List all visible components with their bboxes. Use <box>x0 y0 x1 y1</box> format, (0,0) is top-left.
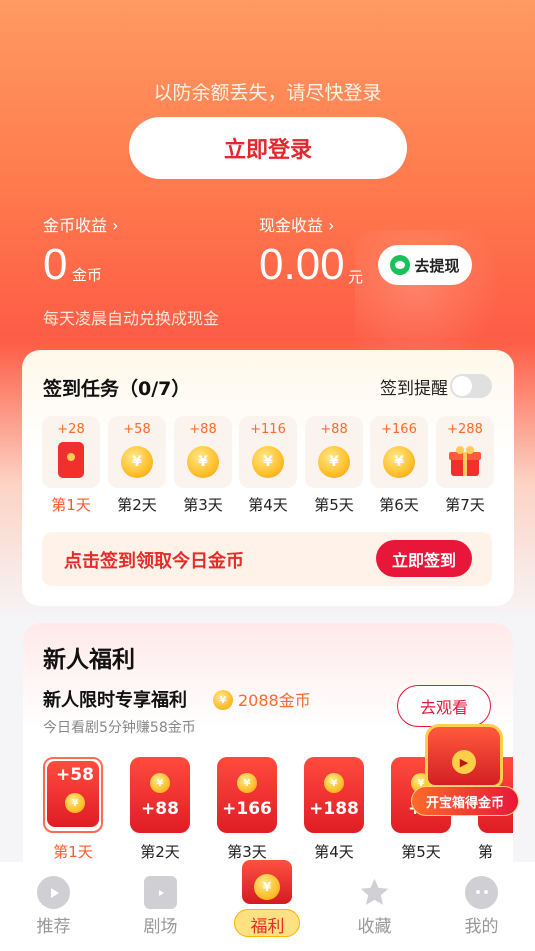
day-label: 第6天 <box>379 496 419 514</box>
coin-icon: ¥ <box>252 446 284 478</box>
cash-earnings-link[interactable]: 现金收益 › <box>259 212 335 236</box>
chest-label: 开宝箱得金币 <box>411 786 519 816</box>
newbie-subtitle: 新人限时专享福利 <box>43 690 187 711</box>
login-tip: 以防余额丢失，请尽快登录 <box>153 82 382 104</box>
signin-bar: 点击签到领取今日金币 立即签到 <box>42 532 492 586</box>
red-packet-day[interactable]: ¥ +166 <box>217 757 277 833</box>
day-label: 第7天 <box>445 496 485 514</box>
coin-icon: ¥ <box>150 773 170 793</box>
day-amount: +58 <box>123 422 151 437</box>
auto-exchange-note: 每天凌晨自动兑换成现金 <box>43 309 220 328</box>
tab-welfare[interactable]: ¥ 福利 <box>214 860 321 951</box>
tab-profile[interactable]: 我的 <box>428 862 535 951</box>
coin-earnings-link[interactable]: 金币收益 › <box>43 212 119 236</box>
newbie-title: 新人福利 <box>43 647 135 673</box>
coin-unit: 金币 <box>72 266 103 284</box>
sign-in-button[interactable]: 立即签到 <box>376 540 472 577</box>
wechat-icon <box>390 255 411 275</box>
play-icon <box>37 876 70 909</box>
packet-amount: +188 <box>309 799 359 819</box>
coin-icon: ¥ <box>254 874 280 900</box>
gift-box-icon <box>449 446 481 476</box>
day-amount: +88 <box>189 422 217 437</box>
signin-day[interactable]: +88 ¥ <box>174 416 232 488</box>
day-label: 第4天 <box>248 496 288 514</box>
signin-reminder-label: 签到提醒 <box>380 379 448 399</box>
tab-label: 推荐 <box>36 917 71 937</box>
signin-day[interactable]: +58 ¥ <box>108 416 166 488</box>
packet-label: 第 <box>478 843 494 861</box>
red-packet-icon <box>58 442 84 478</box>
signin-day[interactable]: +88 ¥ <box>305 416 363 488</box>
coin-icon: ¥ <box>383 446 415 478</box>
packet-label: 第1天 <box>53 843 93 861</box>
coin-icon: ¥ <box>213 690 233 710</box>
cash-earnings-label: 现金收益 <box>259 216 324 235</box>
login-button[interactable]: 立即登录 <box>129 117 407 179</box>
treasure-chest-button[interactable]: ▶ 开宝箱得金币 <box>411 724 521 824</box>
coin-icon: ¥ <box>187 446 219 478</box>
day-label: 第3天 <box>183 496 223 514</box>
withdraw-label: 去提现 <box>414 256 460 275</box>
chevron-right-icon: › <box>323 216 335 235</box>
signin-bar-text: 点击签到领取今日金币 <box>64 551 244 572</box>
signin-reminder-toggle[interactable] <box>450 374 492 398</box>
profile-icon <box>465 876 498 909</box>
packet-label: 第5天 <box>401 843 441 861</box>
tv-icon <box>144 876 177 909</box>
coin-icon: ¥ <box>65 793 85 813</box>
signin-day[interactable]: +288 <box>436 416 494 488</box>
withdraw-button[interactable]: 去提现 <box>378 245 472 285</box>
signin-title: 签到任务（0/7） <box>43 378 191 400</box>
bottom-tab-bar: 推荐 剧场 ¥ 福利 收藏 我的 <box>0 860 535 951</box>
day-amount: +166 <box>381 422 417 437</box>
newbie-coins: 2088金币 <box>238 691 311 710</box>
newbie-note: 今日看剧5分钟赚58金币 <box>43 720 196 736</box>
day-amount: +88 <box>320 422 348 437</box>
tab-recommend[interactable]: 推荐 <box>0 862 107 951</box>
packet-amount: +58 <box>56 765 94 785</box>
tab-favorites[interactable]: 收藏 <box>321 862 428 951</box>
coin-icon: ¥ <box>121 446 153 478</box>
star-icon <box>358 876 391 909</box>
tab-label: 剧场 <box>143 917 178 937</box>
day-label: 第5天 <box>314 496 354 514</box>
coin-icon: ¥ <box>318 446 350 478</box>
watch-button[interactable]: 去观看 <box>397 685 491 727</box>
day-amount: +28 <box>57 422 85 437</box>
packet-label: 第3天 <box>227 843 267 861</box>
signin-day[interactable]: +166 ¥ <box>370 416 428 488</box>
signin-day[interactable]: +116 ¥ <box>239 416 297 488</box>
play-icon: ▶ <box>452 750 476 774</box>
signin-card: 签到任务（0/7） 签到提醒 +28 第1天 +58 ¥ 第2天 +88 ¥ 第… <box>22 350 514 606</box>
chevron-right-icon: › <box>107 216 119 235</box>
coin-icon: ¥ <box>237 773 257 793</box>
cash-unit: 元 <box>348 268 364 286</box>
tab-theater[interactable]: 剧场 <box>107 862 214 951</box>
cash-value: 0.00 <box>259 240 345 289</box>
red-packet-day[interactable]: ¥ +88 <box>130 757 190 833</box>
packet-amount: +88 <box>141 799 179 819</box>
day-label: 第1天 <box>51 496 91 514</box>
day-label: 第2天 <box>117 496 157 514</box>
coin-value: 0 <box>43 240 68 289</box>
day-amount: +116 <box>250 422 286 437</box>
red-packet-day[interactable]: +58 ¥ <box>43 757 103 833</box>
day-amount: +288 <box>447 422 483 437</box>
packet-label: 第2天 <box>140 843 180 861</box>
packet-label: 第4天 <box>314 843 354 861</box>
packet-amount: +166 <box>222 799 272 819</box>
tab-label: 福利 <box>250 917 285 937</box>
tab-label: 我的 <box>464 917 499 937</box>
tab-label: 收藏 <box>357 917 392 937</box>
red-packet-day[interactable]: ¥ +188 <box>304 757 364 833</box>
coin-earnings-label: 金币收益 <box>43 216 108 235</box>
signin-day[interactable]: +28 <box>42 416 100 488</box>
coin-icon: ¥ <box>324 773 344 793</box>
